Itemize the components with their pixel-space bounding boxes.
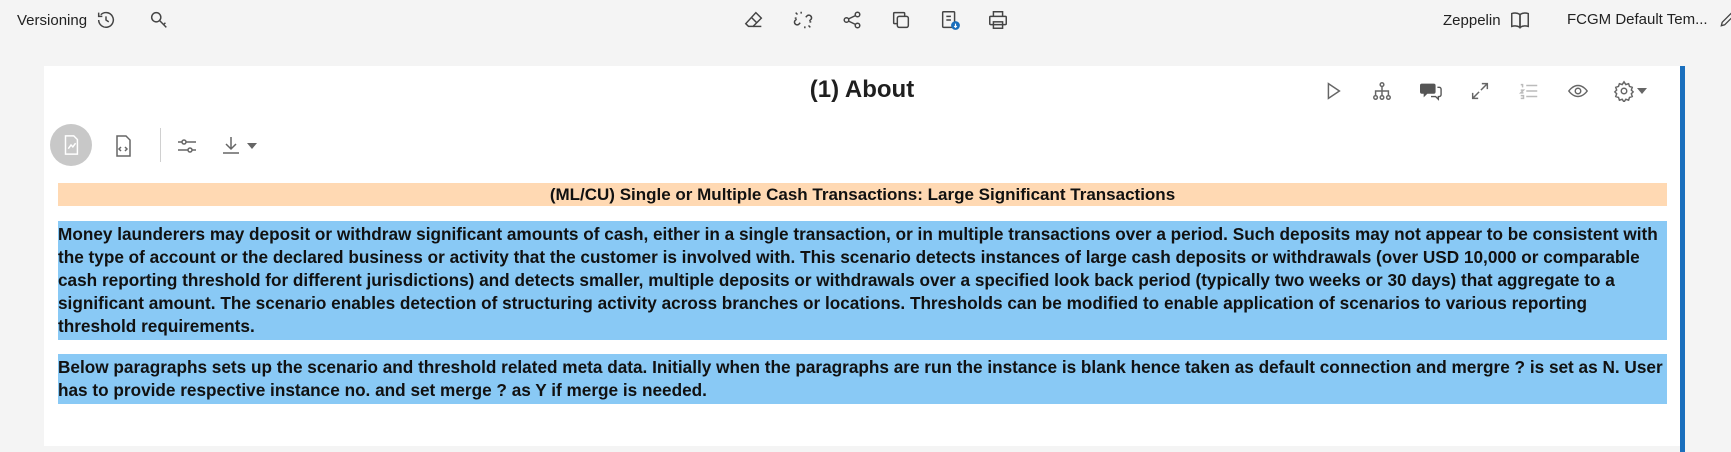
report-icon	[60, 134, 82, 156]
comments-icon[interactable]	[1416, 76, 1446, 106]
download-dropdown-icon[interactable]	[245, 133, 259, 159]
book-icon	[1509, 9, 1531, 31]
history-icon	[95, 9, 117, 31]
print-icon[interactable]	[986, 8, 1010, 32]
scenario-description: Money launderers may deposit or withdraw…	[58, 221, 1667, 340]
paragraph-card: (1) About (ML/CU) Single or Multiple Cas…	[44, 66, 1680, 446]
pencil-icon[interactable]	[1718, 9, 1731, 29]
template-selector[interactable]: FCGM Default Tem...	[1567, 9, 1731, 29]
chevron-down-icon[interactable]	[1634, 76, 1650, 106]
eye-icon[interactable]	[1563, 76, 1593, 106]
clone-icon[interactable]	[889, 8, 913, 32]
export-notebook-icon[interactable]	[938, 8, 962, 32]
unlink-icon[interactable]	[791, 8, 815, 32]
expand-icon[interactable]	[1465, 76, 1495, 106]
sliders-icon[interactable]	[174, 133, 200, 159]
notebook-toolbar: Versioning Zeppelin FCGM Default Tem...	[0, 0, 1731, 40]
hierarchy-icon[interactable]	[1367, 76, 1397, 106]
versioning-label: Versioning	[17, 11, 88, 29]
active-paragraph-indicator	[1680, 66, 1685, 452]
search-key-icon[interactable]	[147, 8, 171, 32]
report-view-button[interactable]	[50, 124, 92, 166]
versioning-button[interactable]: Versioning	[17, 9, 117, 31]
download-icon[interactable]	[218, 133, 244, 159]
setup-note: Below paragraphs sets up the scenario an…	[58, 354, 1667, 404]
toolbar-divider	[160, 128, 161, 162]
interpreter-binding-button[interactable]: Zeppelin	[1443, 9, 1531, 31]
paragraph-output: (ML/CU) Single or Multiple Cash Transact…	[58, 183, 1667, 404]
line-numbers-icon[interactable]	[1514, 76, 1544, 106]
run-paragraph-icon[interactable]	[1318, 76, 1348, 106]
scenario-title: (ML/CU) Single or Multiple Cash Transact…	[58, 183, 1667, 206]
interpreter-label: Zeppelin	[1443, 11, 1501, 29]
code-view-icon[interactable]	[110, 133, 136, 159]
share-icon[interactable]	[840, 8, 864, 32]
template-label: FCGM Default Tem...	[1567, 10, 1708, 28]
eraser-icon[interactable]	[742, 8, 766, 32]
